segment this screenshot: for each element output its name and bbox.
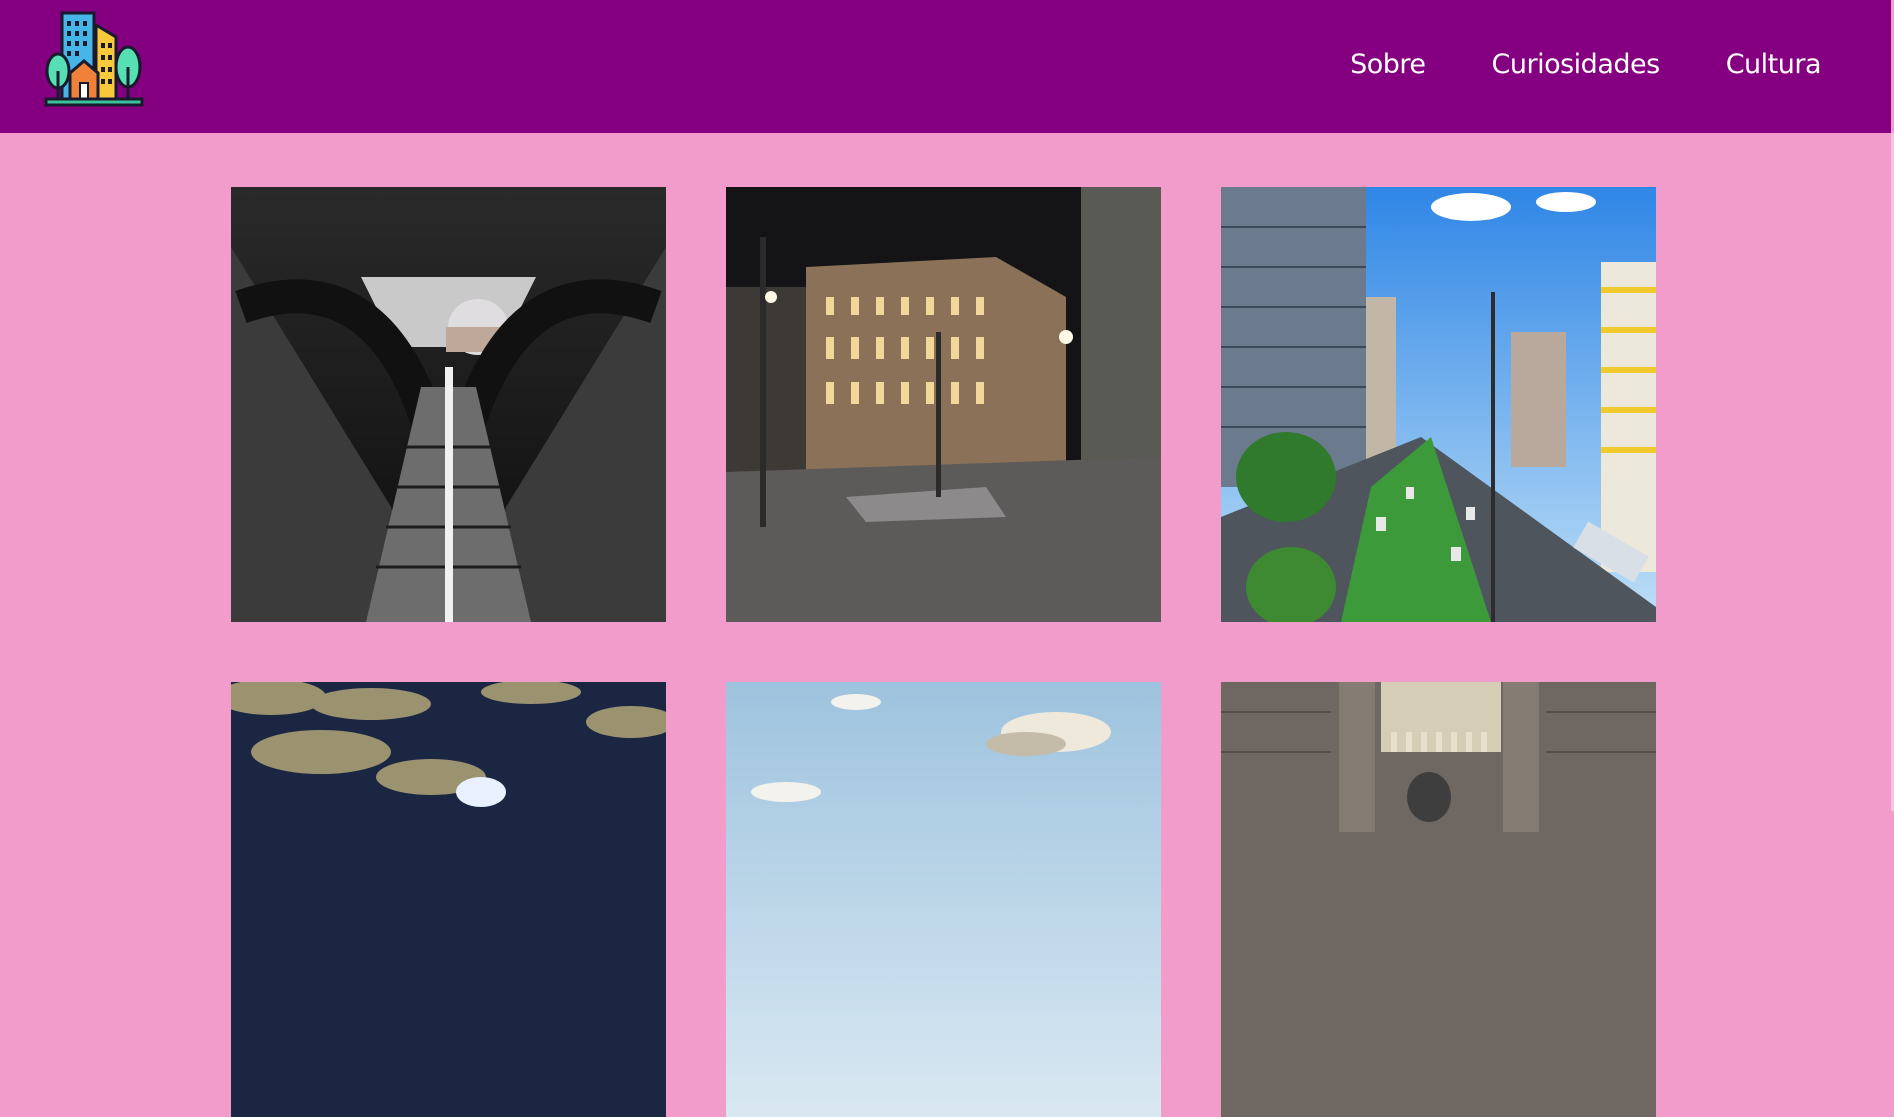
gallery-photo-day-sky[interactable] xyxy=(726,682,1161,1117)
nav-link-curiosidades[interactable]: Curiosidades xyxy=(1492,49,1661,80)
gallery-photo-avenue-traffic[interactable] xyxy=(1221,187,1656,622)
nav-link-cultura[interactable]: Cultura xyxy=(1726,49,1822,80)
nav-link-sobre[interactable]: Sobre xyxy=(1350,49,1426,80)
city-logo-icon[interactable] xyxy=(44,11,144,110)
gallery-photo-escalator[interactable] xyxy=(231,187,666,622)
gallery-photo-stone-facade[interactable] xyxy=(1221,682,1656,1117)
gallery-photo-night-sky[interactable] xyxy=(231,682,666,1117)
gallery-photo-night-square[interactable] xyxy=(726,187,1161,622)
top-navbar: Sobre Curiosidades Cultura xyxy=(0,0,1891,133)
main-nav: Sobre Curiosidades Cultura xyxy=(1284,0,1821,128)
